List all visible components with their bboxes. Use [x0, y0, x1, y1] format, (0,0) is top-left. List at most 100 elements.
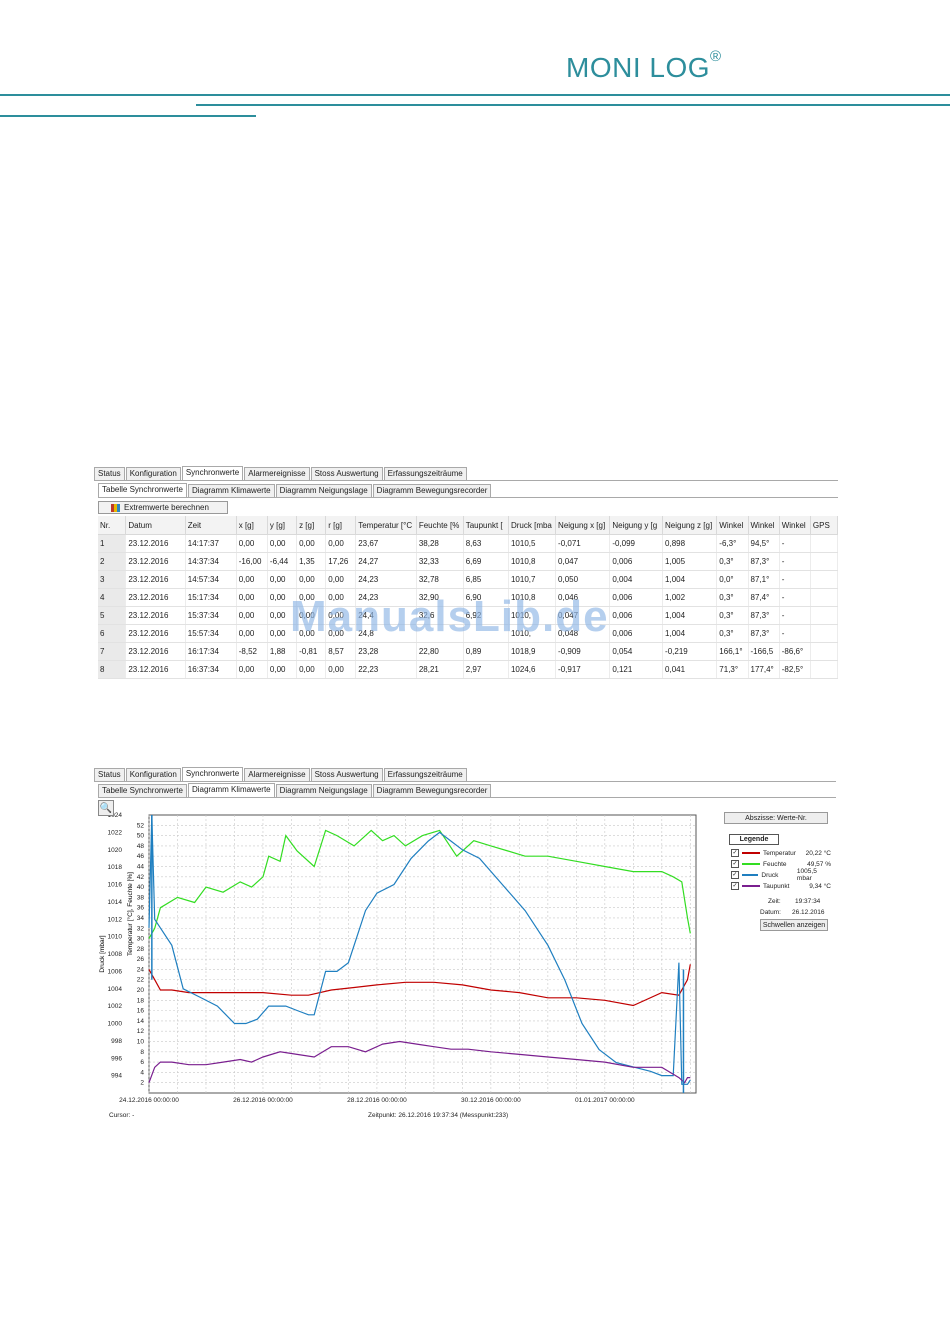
column-header[interactable]: Datum — [125, 516, 186, 535]
table-cell: -166,5 — [748, 642, 780, 661]
column-header[interactable]: z [g] — [296, 516, 327, 535]
table-cell: -8,52 — [236, 642, 268, 661]
tab-konfiguration[interactable]: Konfiguration — [125, 467, 181, 480]
table-cell: 87,3° — [748, 624, 780, 643]
checkbox[interactable]: ✓ — [731, 882, 739, 890]
table-cell: - — [779, 588, 811, 607]
table-cell: -6,44 — [267, 552, 298, 571]
table-cell: 14:17:37 — [185, 534, 237, 553]
table-cell: 8,63 — [463, 534, 509, 553]
y-tick-label-pressure: 1020 — [108, 847, 123, 854]
tab-erfassungszeiträume[interactable]: Erfassungszeiträume — [383, 768, 467, 781]
subtab-diagramm-klimawerte[interactable]: Diagramm Klimawerte — [187, 484, 275, 497]
column-header[interactable]: GPS — [810, 516, 839, 535]
y-tick-label-pressure: 1006 — [108, 968, 123, 975]
column-header[interactable]: Zeit — [185, 516, 237, 535]
column-header[interactable]: Druck [mba — [508, 516, 557, 535]
calculate-extremes-button[interactable]: Extremwerte berechnen — [98, 501, 228, 514]
tab-status[interactable]: Status — [94, 467, 125, 480]
subtab-diagramm-neigungslage[interactable]: Diagramm Neigungslage — [275, 784, 372, 797]
tab-status[interactable]: Status — [94, 768, 125, 781]
y-tick-label-climate: 4 — [140, 1069, 144, 1076]
calculate-extremes-label: Extremwerte berechnen — [124, 503, 209, 512]
column-header[interactable]: x [g] — [236, 516, 268, 535]
y-tick-label-pressure: 1002 — [108, 1003, 123, 1010]
table-row[interactable]: 2 23.12.2016 14:37:34 -16,00 -6,44 1,35 17,26 2… — [98, 552, 839, 571]
table-cell: 23.12.2016 — [125, 624, 186, 643]
show-thresholds-button[interactable]: Schwellen anzeigen — [760, 919, 828, 931]
table-cell: 0,3° — [716, 606, 749, 625]
tab-synchronwerte[interactable]: Synchronwerte — [181, 466, 244, 481]
column-header[interactable]: Nr. — [98, 516, 127, 535]
table-cell: 23.12.2016 — [125, 588, 186, 607]
legend-item-temperatur[interactable]: ✓ Temperatur 20,22 °C — [731, 848, 831, 858]
y-tick-label-climate: 50 — [137, 833, 145, 840]
column-header[interactable]: Temperatur [°C — [355, 516, 417, 535]
sub-tab-divider — [98, 497, 838, 498]
y-tick-label-climate: 52 — [137, 822, 145, 829]
table-cell: 0,00 — [236, 660, 268, 679]
table-cell: 1010,7 — [508, 570, 557, 589]
abscissa-button[interactable]: Abszisse: Werte-Nr. — [724, 812, 828, 824]
table-cell: 71,3° — [716, 660, 749, 679]
table-cell: 1024,6 — [508, 660, 557, 679]
zoom-icon[interactable]: 🔍 — [98, 800, 114, 816]
column-header[interactable]: y [g] — [267, 516, 298, 535]
table-cell: 1,35 — [296, 552, 327, 571]
column-header[interactable]: Taupunkt [ — [463, 516, 509, 535]
checkbox[interactable]: ✓ — [731, 849, 739, 857]
table-cell: -0,219 — [662, 642, 718, 661]
subtab-diagramm-bewegungsrecorder[interactable]: Diagramm Bewegungsrecorder — [372, 484, 492, 497]
tab-konfiguration[interactable]: Konfiguration — [125, 768, 181, 781]
table-row[interactable]: 3 23.12.2016 14:57:34 0,00 0,00 0,00 0,00 24,23… — [98, 570, 839, 589]
y-tick-label-pressure: 1012 — [108, 916, 123, 923]
table-cell: 16:37:34 — [185, 660, 237, 679]
tab-stoss-auswertung[interactable]: Stoss Auswertung — [310, 768, 383, 781]
x-tick-label: 26.12.2016 00:00:00 — [233, 1097, 293, 1104]
y-tick-label-pressure: 1008 — [108, 951, 123, 958]
table-cell: 0,047 — [555, 552, 611, 571]
table-cell: 0,3° — [716, 588, 749, 607]
subtab-tabelle-synchronwerte[interactable]: Tabelle Synchronwerte — [98, 483, 187, 498]
table-cell: 0,00 — [236, 588, 268, 607]
column-header[interactable]: Neigung x [g] — [555, 516, 611, 535]
table-row[interactable]: 1 23.12.2016 14:17:37 0,00 0,00 0,00 0,00 23,67… — [98, 534, 839, 553]
checkbox[interactable]: ✓ — [731, 871, 739, 879]
tab-stoss-auswertung[interactable]: Stoss Auswertung — [310, 467, 383, 480]
tab-alarmereignisse[interactable]: Alarmereignisse — [244, 768, 310, 781]
table-cell: 0,006 — [609, 606, 664, 625]
tab-erfassungszeiträume[interactable]: Erfassungszeiträume — [383, 467, 467, 480]
column-header[interactable]: Feuchte [% — [416, 516, 464, 535]
subtab-diagramm-neigungslage[interactable]: Diagramm Neigungslage — [275, 484, 372, 497]
x-tick-label: 30.12.2016 00:00:00 — [461, 1097, 521, 1104]
legend-swatch — [742, 852, 760, 854]
table-cell: 0,004 — [609, 570, 664, 589]
table-cell: 1,004 — [662, 624, 718, 643]
climate-chart[interactable]: 9949969981000100210041006100810101012101… — [94, 798, 836, 1124]
column-header[interactable]: Winkel — [716, 516, 749, 535]
subtab-diagramm-klimawerte[interactable]: Diagramm Klimawerte — [187, 783, 275, 798]
table-row[interactable]: 8 23.12.2016 16:37:34 0,00 0,00 0,00 0,00 22,23… — [98, 660, 839, 679]
table-cell — [810, 588, 839, 607]
table-row[interactable]: 7 23.12.2016 16:17:34 -8,52 1,88 -0,81 8,57 23,… — [98, 642, 839, 661]
y-tick-label-climate: 12 — [137, 1028, 145, 1035]
y-tick-label-pressure: 1000 — [108, 1021, 123, 1028]
column-header[interactable]: Neigung y [g — [609, 516, 664, 535]
column-header[interactable]: Neigung z [g] — [662, 516, 718, 535]
table-cell: 0,00 — [296, 570, 327, 589]
legend-item-druck[interactable]: ✓ Druck 1005,5 mbar — [731, 868, 831, 882]
y-tick-label-pressure: 994 — [111, 1073, 122, 1080]
legend-value: 20,22 °C — [805, 849, 831, 857]
x-tick-label: 24.12.2016 00:00:00 — [119, 1097, 179, 1104]
legend-item-taupunkt[interactable]: ✓ Taupunkt 9,34 °C — [731, 881, 831, 891]
main-tabs: Status Konfiguration Synchronwerte Alarmere… — [94, 767, 468, 782]
tab-alarmereignisse[interactable]: Alarmereignisse — [244, 467, 310, 480]
column-header[interactable]: Winkel — [779, 516, 811, 535]
checkbox[interactable]: ✓ — [731, 860, 739, 868]
table-cell: 0,00 — [325, 660, 357, 679]
column-header[interactable]: r [g] — [325, 516, 357, 535]
subtab-diagramm-bewegungsrecorder[interactable]: Diagramm Bewegungsrecorder — [372, 784, 492, 797]
subtab-tabelle-synchronwerte[interactable]: Tabelle Synchronwerte — [98, 784, 187, 797]
tab-synchronwerte[interactable]: Synchronwerte — [181, 767, 244, 782]
column-header[interactable]: Winkel — [748, 516, 780, 535]
